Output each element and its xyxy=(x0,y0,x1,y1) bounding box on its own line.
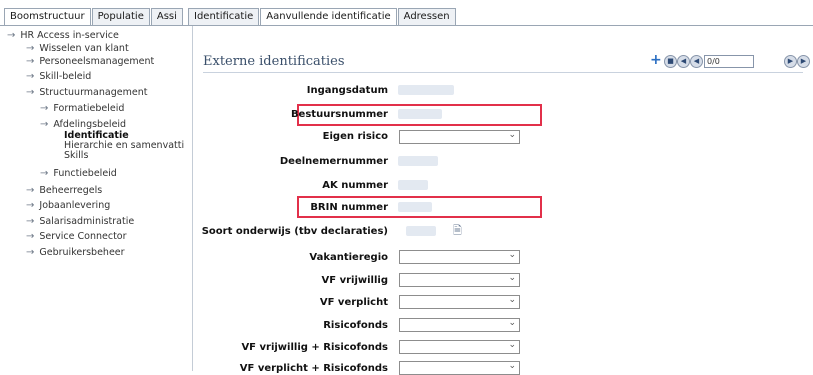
previous-page-icon[interactable]: ◀ xyxy=(690,55,703,68)
tree-item-salarisadministratie[interactable]: → Salarisadministratie xyxy=(26,216,134,227)
chevron-down-icon: ⌄ xyxy=(508,273,516,283)
arrow-icon: → xyxy=(40,168,49,179)
field-label-ingangsdatum: Ingangsdatum xyxy=(306,85,388,96)
tree-item-structuurmanagement[interactable]: → Structuurmanagement xyxy=(26,87,147,98)
field-label-vf-verplicht: VF verplicht xyxy=(319,297,388,308)
field-value-ak-nummer xyxy=(398,180,428,190)
next-page-icon[interactable]: ▶ xyxy=(784,55,797,68)
arrow-icon: → xyxy=(26,87,35,98)
field-label-bestuursnummer: Bestuursnummer xyxy=(290,109,388,120)
field-label-soort-onderwijs: Soort onderwijs (tbv declaraties) xyxy=(201,226,388,237)
field-value-bestuursnummer xyxy=(398,109,442,119)
chevron-down-icon: ⌄ xyxy=(508,130,516,140)
field-label-risicofonds: Risicofonds xyxy=(323,320,388,331)
field-value-soort-onderwijs xyxy=(406,226,436,236)
tab-assi[interactable]: Assi xyxy=(150,8,183,25)
tree-item-formatiebeleid[interactable]: → Formatiebeleid xyxy=(40,103,124,114)
tree-item-hr-access[interactable]: → HR Access in-service xyxy=(7,30,119,41)
pager-position-input[interactable]: 0/0 xyxy=(704,55,754,68)
field-value-brin-nummer xyxy=(398,202,432,212)
tab-populatie[interactable]: Populatie xyxy=(91,8,150,25)
arrow-icon: → xyxy=(26,200,35,211)
main-tab-strip: Identificatie Aanvullende identificatie Ad… xyxy=(188,8,457,26)
chevron-down-icon: ⌄ xyxy=(508,318,516,328)
section-title: Externe identificaties xyxy=(203,54,345,69)
left-tab-strip: Boomstructuur Populatie Assi xyxy=(4,8,192,26)
sidebar-tree: → HR Access in-service → Wisselen van klan… xyxy=(4,26,193,371)
tree-item-afdelingsbeleid[interactable]: → Afdelingsbeleid xyxy=(40,119,126,130)
field-label-eigen-risico: Eigen risico xyxy=(322,131,388,142)
tree-item-service-connector[interactable]: → Service Connector xyxy=(26,231,127,242)
arrow-icon: → xyxy=(7,30,16,41)
tab-adressen[interactable]: Adressen xyxy=(397,8,456,25)
plus-icon[interactable]: + xyxy=(650,53,662,67)
tab-identificatie[interactable]: Identificatie xyxy=(188,8,260,25)
chevron-down-icon: ⌄ xyxy=(508,250,516,260)
last-page-icon[interactable]: ▶ xyxy=(797,55,810,68)
arrow-icon: → xyxy=(26,185,35,196)
tree-item-beheerregels[interactable]: → Beheerregels xyxy=(26,185,102,196)
arrow-icon: → xyxy=(26,247,35,258)
delete-icon[interactable]: ■ xyxy=(664,55,677,68)
arrow-icon: → xyxy=(40,103,49,114)
tab-boomstructuur[interactable]: Boomstructuur xyxy=(4,8,91,26)
risicofonds-select[interactable]: ⌄ xyxy=(399,318,520,332)
arrow-icon: → xyxy=(40,119,49,130)
tree-item-gebruikersbeheer[interactable]: → Gebruikersbeheer xyxy=(26,247,125,258)
first-page-icon[interactable]: ◀ xyxy=(677,55,690,68)
field-label-deelnemernummer: Deelnemernummer xyxy=(279,156,388,167)
tree-item-wisselen-van-klant[interactable]: → Wisselen van klant xyxy=(26,43,129,54)
vakantieregio-select[interactable]: ⌄ xyxy=(399,250,520,264)
vf-verplicht-risicofonds-select[interactable]: ⌄ xyxy=(399,361,520,375)
field-label-vakantieregio: Vakantieregio xyxy=(309,252,388,263)
chevron-down-icon: ⌄ xyxy=(508,340,516,350)
arrow-icon: → xyxy=(26,56,35,67)
tab-aanvullende-identificatie[interactable]: Aanvullende identificatie xyxy=(260,8,397,26)
field-value-deelnemernummer xyxy=(398,156,438,166)
vf-vrijwillig-risicofonds-select[interactable]: ⌄ xyxy=(399,340,520,354)
main-panel: Externe identificaties + ■ ◀ ◀ 0/0 ▶ ▶ I… xyxy=(193,26,813,375)
arrow-icon: → xyxy=(26,216,35,227)
arrow-icon: → xyxy=(26,231,35,242)
field-label-ak-nummer: AK nummer xyxy=(322,180,388,191)
field-label-vf-vrijwillig-risicofonds: VF vrijwillig + Risicofonds xyxy=(241,342,388,353)
field-label-brin-nummer: BRIN nummer xyxy=(310,202,388,213)
arrow-icon: → xyxy=(26,43,35,54)
tree-item-functiebeleid[interactable]: → Functiebeleid xyxy=(40,168,117,179)
vf-vrijwillig-select[interactable]: ⌄ xyxy=(399,273,520,287)
tree-item-skills[interactable]: Skills xyxy=(64,150,88,161)
tree-item-personeelsmanagement[interactable]: → Personeelsmanagement xyxy=(26,56,154,67)
tree-item-jobaanlevering[interactable]: → Jobaanlevering xyxy=(26,200,110,211)
chevron-down-icon: ⌄ xyxy=(508,361,516,371)
field-value-ingangsdatum xyxy=(398,85,454,95)
eigen-risico-select[interactable]: ⌄ xyxy=(399,130,520,144)
document-icon[interactable]: 🗎 xyxy=(453,222,462,241)
vf-verplicht-select[interactable]: ⌄ xyxy=(399,295,520,309)
tree-item-skill-beleid[interactable]: → Skill-beleid xyxy=(26,71,91,82)
arrow-icon: → xyxy=(26,71,35,82)
chevron-down-icon: ⌄ xyxy=(508,295,516,305)
title-divider xyxy=(203,72,803,73)
field-label-vf-vrijwillig: VF vrijwillig xyxy=(321,275,388,286)
field-label-vf-verplicht-risicofonds: VF verplicht + Risicofonds xyxy=(239,363,388,374)
